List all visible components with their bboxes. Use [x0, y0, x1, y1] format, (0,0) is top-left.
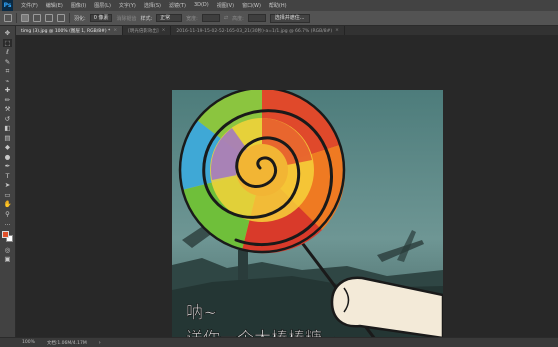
zoom-level[interactable]: 100% [22, 340, 35, 345]
status-menu-arrow-icon[interactable]: › [99, 340, 101, 346]
path-select-tool-icon[interactable]: ➤ [3, 181, 12, 190]
select-and-mask-button[interactable]: 选择并遮住... [269, 13, 310, 23]
canvas-workspace[interactable]: 呐~ 送你一个大棒棒糖~ [16, 35, 558, 347]
foreground-color-swatch[interactable] [1, 230, 9, 238]
clone-stamp-tool-icon[interactable]: ⚒ [3, 105, 12, 114]
menu-items: 文件(F) 编辑(E) 图像(I) 图层(L) 文字(Y) 选择(S) 滤镜(T) 3D(D)… [17, 2, 291, 9]
extra-tools-icon[interactable]: … [3, 219, 12, 228]
width-input[interactable] [201, 14, 220, 22]
crop-tool-icon[interactable]: ⌗ [3, 67, 12, 76]
move-tool-icon[interactable]: ✥ [3, 29, 12, 38]
menu-item[interactable]: 文字(Y) [115, 2, 140, 9]
photoshop-logo: Ps [2, 0, 13, 11]
document-tab-label: 2016-11-19-15-02-52-165-03_21(30秒)-a=1/1… [176, 28, 333, 34]
new-selection-icon[interactable] [21, 14, 29, 22]
marquee-preset-icon[interactable] [4, 14, 12, 22]
toolbar: ✥ ⬚ ℓ ✎ ⌗ ⌁ ✚ ✏ ⚒ ↺ ◧ ▤ ◆ ● ✒ T ➤ ▭ ✋ ⚲… ◎ ▣ [0, 26, 16, 337]
document-tab-bar: timg (3).jpg @ 100% (图层 1, RGB/8#) * × [明光… [16, 26, 558, 35]
menu-item[interactable]: 滤镜(T) [165, 2, 190, 9]
antialias-checkbox[interactable]: 消除锯齿 [116, 15, 136, 22]
close-icon[interactable]: × [162, 28, 166, 33]
marquee-tool-icon[interactable]: ⬚ [3, 38, 12, 47]
add-selection-icon[interactable] [33, 14, 41, 22]
screen-mode-icon[interactable]: ▣ [3, 255, 12, 264]
menu-item[interactable]: 视图(V) [213, 2, 238, 9]
menu-item[interactable]: 文件(F) [17, 2, 42, 9]
feather-input[interactable]: 0 像素 [89, 14, 113, 22]
status-bar: 100% 文档:1.06M/4.17M › [0, 337, 558, 347]
dodge-tool-icon[interactable]: ● [3, 153, 12, 162]
menu-item[interactable]: 选择(S) [140, 2, 165, 9]
background-tower [238, 250, 248, 280]
divider [69, 13, 70, 23]
swap-icon[interactable]: ⇄ [224, 15, 228, 21]
gradient-tool-icon[interactable]: ▤ [3, 134, 12, 143]
document-tab-label: [明光倍影效出] [128, 28, 159, 34]
history-brush-tool-icon[interactable]: ↺ [3, 115, 12, 124]
document-info: 文档:1.06M/4.17M [46, 340, 87, 346]
close-icon[interactable]: × [335, 28, 339, 33]
hand-tool-icon[interactable]: ✋ [3, 200, 12, 209]
menu-item[interactable]: 编辑(E) [42, 2, 67, 9]
document-tab-label: timg (3).jpg @ 100% (图层 1, RGB/8#) * [21, 28, 111, 34]
menu-item[interactable]: 图像(I) [67, 2, 90, 9]
style-select[interactable]: 正常 [156, 14, 183, 22]
document-tab[interactable]: timg (3).jpg @ 100% (图层 1, RGB/8#) * × [16, 26, 124, 35]
feather-label: 羽化: [74, 15, 86, 22]
intersect-selection-icon[interactable] [57, 14, 65, 22]
eyedropper-tool-icon[interactable]: ⌁ [3, 77, 12, 86]
width-label: 宽度: [186, 15, 198, 22]
document-tab[interactable]: [明光倍影效出] × [123, 26, 172, 35]
menu-item[interactable]: 3D(D) [190, 2, 213, 9]
zoom-tool-icon[interactable]: ⚲ [3, 210, 12, 219]
height-label: 高度: [232, 15, 244, 22]
type-tool-icon[interactable]: T [3, 172, 12, 181]
bottom-tool-list: ◎ ▣ [3, 246, 12, 264]
menu-item[interactable]: 帮助(H) [265, 2, 291, 9]
lasso-tool-icon[interactable]: ℓ [3, 48, 12, 57]
blur-tool-icon[interactable]: ◆ [3, 143, 12, 152]
pen-tool-icon[interactable]: ✒ [3, 162, 12, 171]
canvas-image: 呐~ 送你一个大棒棒糖~ [172, 90, 443, 347]
tool-list: ✥ ⬚ ℓ ✎ ⌗ ⌁ ✚ ✏ ⚒ ↺ ◧ ▤ ◆ ● ✒ T ➤ ▭ ✋ ⚲… [3, 29, 12, 228]
subtract-selection-icon[interactable] [45, 14, 53, 22]
menu-bar: Ps 文件(F) 编辑(E) 图像(I) 图层(L) 文字(Y) 选择(S) 滤镜(T) 3D… [0, 0, 558, 11]
divider [16, 13, 17, 23]
healing-brush-tool-icon[interactable]: ✚ [3, 86, 12, 95]
options-bar: 羽化: 0 像素 消除锯齿 样式: 正常 宽度: ⇄ 高度: 选择并遮住... [0, 11, 558, 26]
height-input[interactable] [247, 14, 266, 22]
document-canvas[interactable]: 呐~ 送你一个大棒棒糖~ [172, 90, 443, 347]
menu-item[interactable]: 图层(L) [90, 2, 115, 9]
brush-tool-icon[interactable]: ✏ [3, 96, 12, 105]
menu-item[interactable]: 窗口(W) [238, 2, 265, 9]
shape-tool-icon[interactable]: ▭ [3, 191, 12, 200]
close-icon[interactable]: × [113, 28, 117, 33]
document-tab[interactable]: 2016-11-19-15-02-52-165-03_21(30秒)-a=1/1… [171, 26, 345, 35]
color-swatches[interactable] [1, 230, 14, 243]
eraser-tool-icon[interactable]: ◧ [3, 124, 12, 133]
style-label: 样式: [140, 15, 153, 22]
caption-line-1: 呐~ [186, 303, 217, 323]
quick-select-tool-icon[interactable]: ✎ [3, 58, 12, 67]
quick-mask-icon[interactable]: ◎ [3, 246, 12, 255]
lollipop-candy [178, 90, 346, 254]
